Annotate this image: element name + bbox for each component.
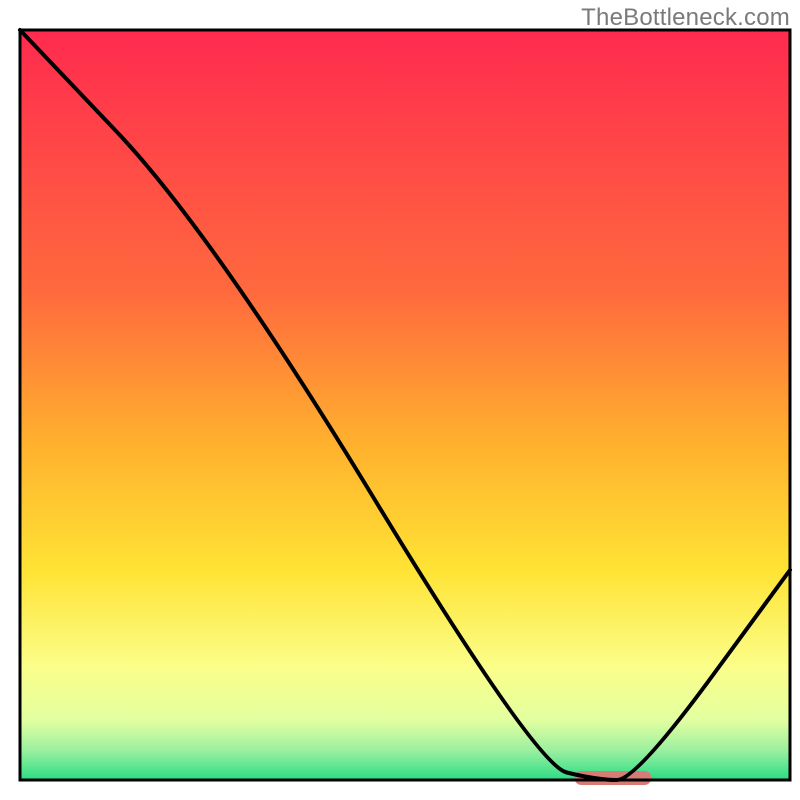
plot-background — [20, 30, 790, 780]
bottleneck-chart — [0, 0, 800, 800]
watermark-text: TheBottleneck.com — [581, 4, 790, 32]
chart-container: TheBottleneck.com — [0, 0, 800, 800]
